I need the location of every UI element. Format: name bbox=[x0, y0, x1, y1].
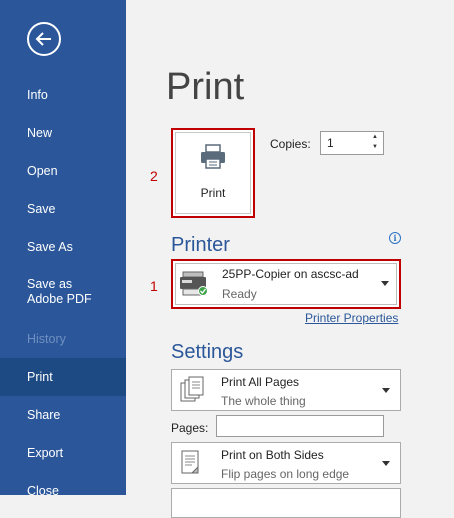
increment-arrow-icon[interactable]: ▲ bbox=[372, 134, 378, 140]
copies-stepper[interactable]: 1 ▲ ▼ bbox=[320, 131, 384, 155]
print-panel: Print 2 Print Copies: 1 ▲ ▼ Printer i 1 bbox=[126, 0, 454, 518]
duplex-dropdown[interactable]: Print on Both Sides Flip pages on long e… bbox=[171, 442, 401, 484]
sidebar-item-save-as-adobe-pdf[interactable]: Save as Adobe PDF bbox=[0, 272, 110, 314]
print-range-dropdown[interactable]: Print All Pages The whole thing bbox=[171, 369, 401, 411]
duplex-icon bbox=[178, 449, 208, 484]
dropdown-arrow-icon bbox=[382, 388, 390, 393]
pages-input[interactable] bbox=[216, 415, 384, 437]
copies-label: Copies: bbox=[270, 137, 311, 151]
sidebar-item-export[interactable]: Export bbox=[0, 434, 126, 472]
print-button[interactable]: Print bbox=[171, 128, 255, 218]
copies-value[interactable]: 1 bbox=[327, 136, 334, 150]
printer-dropdown[interactable]: 25PP-Copier on ascsc-ad Ready bbox=[171, 259, 401, 309]
sidebar-item-save[interactable]: Save bbox=[0, 190, 126, 228]
decrement-arrow-icon[interactable]: ▼ bbox=[372, 144, 378, 150]
printer-name: 25PP-Copier on ascsc-ad bbox=[222, 267, 359, 281]
printer-properties-link[interactable]: Printer Properties bbox=[305, 311, 398, 325]
sidebar-item-open[interactable]: Open bbox=[0, 152, 126, 190]
duplex-subtitle: Flip pages on long edge bbox=[221, 467, 350, 481]
back-arrow-icon[interactable] bbox=[27, 22, 61, 56]
pages-label: Pages: bbox=[171, 421, 209, 435]
next-setting-dropdown[interactable] bbox=[171, 488, 401, 518]
print-range-subtitle: The whole thing bbox=[221, 394, 306, 408]
page-title: Print bbox=[166, 66, 245, 108]
dropdown-arrow-icon bbox=[382, 461, 390, 466]
sidebar-item-info[interactable]: Info bbox=[0, 76, 126, 114]
printer-status: Ready bbox=[222, 287, 257, 301]
print-range-title: Print All Pages bbox=[221, 375, 300, 389]
backstage-sidebar: Info New Open Save Save As Save as Adobe… bbox=[0, 0, 126, 498]
duplex-title: Print on Both Sides bbox=[221, 448, 324, 462]
sidebar-item-print[interactable]: Print bbox=[0, 358, 126, 396]
dropdown-arrow-icon bbox=[381, 281, 389, 286]
sidebar-item-close[interactable]: Close bbox=[0, 472, 126, 510]
info-icon[interactable]: i bbox=[389, 232, 401, 244]
printer-icon bbox=[200, 144, 226, 175]
printer-device-icon bbox=[179, 271, 209, 302]
sidebar-item-history: History bbox=[27, 332, 66, 346]
sidebar-item-new[interactable]: New bbox=[0, 114, 126, 152]
printer-heading: Printer bbox=[171, 234, 230, 256]
settings-heading: Settings bbox=[171, 341, 244, 363]
callout-1: 1 bbox=[150, 278, 158, 294]
sidebar-item-share[interactable]: Share bbox=[0, 396, 126, 434]
pages-icon bbox=[178, 376, 208, 411]
sidebar-item-save-as[interactable]: Save As bbox=[0, 228, 126, 266]
print-button-label: Print bbox=[200, 186, 226, 200]
callout-2: 2 bbox=[150, 168, 158, 184]
